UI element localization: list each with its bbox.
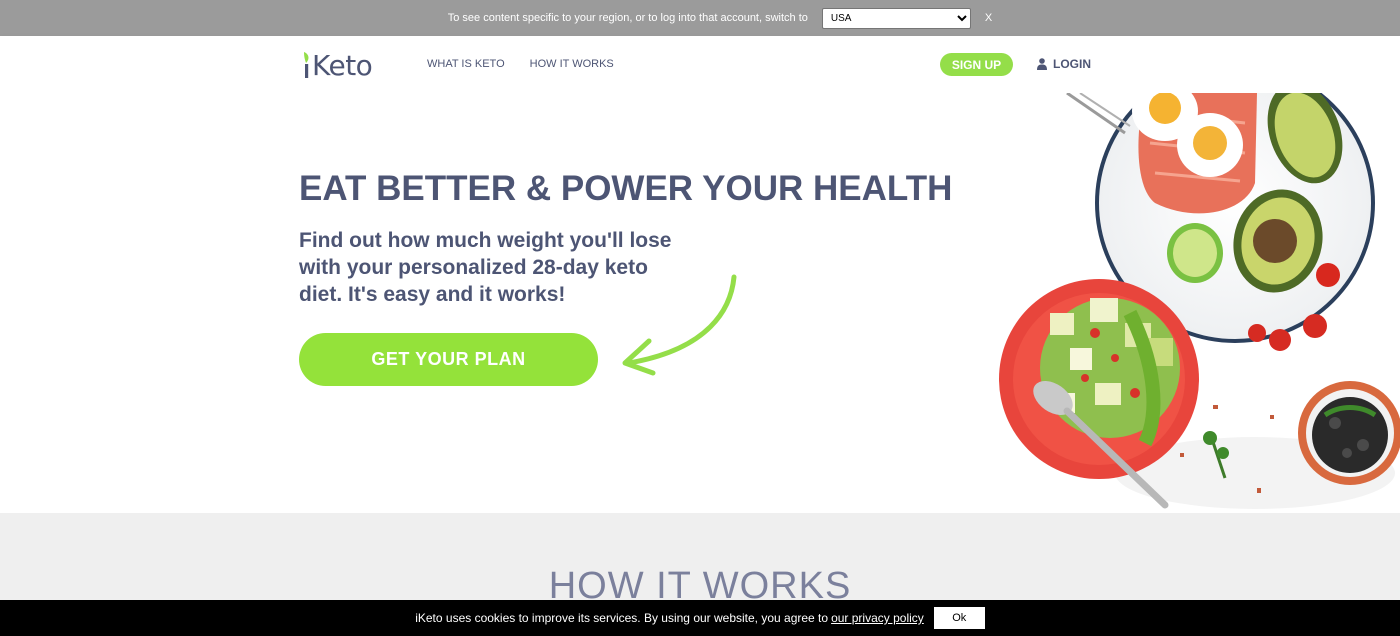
signup-button[interactable]: SIGN UP <box>940 53 1013 76</box>
leaf-icon <box>304 52 309 78</box>
region-close-button[interactable]: X <box>985 12 992 24</box>
cookie-ok-button[interactable]: Ok <box>933 607 985 629</box>
region-bar: To see content specific to your region, … <box>0 0 1400 36</box>
nav-what-is-keto[interactable]: WHAT IS KETO <box>427 58 505 70</box>
hero-title: EAT BETTER & POWER YOUR HEALTH <box>299 169 953 208</box>
hero-section: EAT BETTER & POWER YOUR HEALTH Find out … <box>0 93 1400 513</box>
nav-how-it-works[interactable]: HOW IT WORKS <box>530 58 614 70</box>
cookie-message: iKeto uses cookies to improve its servic… <box>415 611 829 625</box>
food-image <box>999 93 1400 509</box>
region-select[interactable]: USA <box>821 7 971 29</box>
privacy-policy-link[interactable]: our privacy policy <box>831 611 924 625</box>
login-link[interactable]: LOGIN <box>1037 57 1091 71</box>
arrow-icon <box>622 274 737 376</box>
cookie-bar: iKeto uses cookies to improve its servic… <box>0 600 1400 636</box>
user-icon <box>1037 58 1047 70</box>
logo-text: Keto <box>312 48 373 82</box>
get-your-plan-button[interactable]: GET YOUR PLAN <box>299 333 598 386</box>
main-nav: WHAT IS KETO HOW IT WORKS <box>427 58 614 70</box>
logo[interactable]: Keto <box>303 45 373 85</box>
site-header: Keto WHAT IS KETO HOW IT WORKS SIGN UP L… <box>0 36 1400 93</box>
login-label: LOGIN <box>1053 57 1091 71</box>
region-message: To see content specific to your region, … <box>447 12 808 24</box>
